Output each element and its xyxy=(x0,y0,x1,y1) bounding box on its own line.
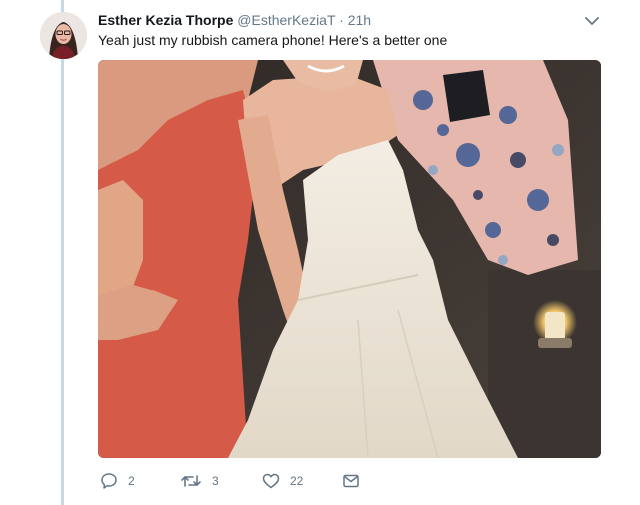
heart-icon xyxy=(262,473,280,489)
chevron-down-icon xyxy=(585,17,599,25)
like-button[interactable]: 22 xyxy=(262,472,342,490)
author-handle[interactable]: @EstherKeziaT xyxy=(237,12,335,28)
timestamp[interactable]: 21h xyxy=(348,12,371,28)
reply-count: 2 xyxy=(128,474,135,488)
separator-dot: · xyxy=(339,12,344,28)
direct-message-button[interactable] xyxy=(342,472,360,490)
avatar-image xyxy=(40,12,87,59)
retweet-count: 3 xyxy=(212,474,219,488)
tweet-photo[interactable] xyxy=(98,60,601,458)
tweet-header: Esther Kezia Thorpe @EstherKeziaT · 21h xyxy=(98,11,600,29)
avatar[interactable] xyxy=(40,12,87,59)
author-name[interactable]: Esther Kezia Thorpe xyxy=(98,12,233,28)
thread-line xyxy=(61,0,64,505)
reply-button[interactable]: 2 xyxy=(100,472,180,490)
envelope-icon xyxy=(343,474,359,488)
wedding-photo xyxy=(98,60,601,458)
like-count: 22 xyxy=(290,474,304,488)
tweet-menu-button[interactable] xyxy=(582,12,602,30)
reply-icon xyxy=(101,473,117,489)
tweet-actions: 2 3 22 xyxy=(100,470,360,492)
retweet-button[interactable]: 3 xyxy=(180,472,262,490)
tweet-text: Yeah just my rubbish camera phone! Here'… xyxy=(98,32,448,48)
retweet-icon xyxy=(181,475,201,487)
